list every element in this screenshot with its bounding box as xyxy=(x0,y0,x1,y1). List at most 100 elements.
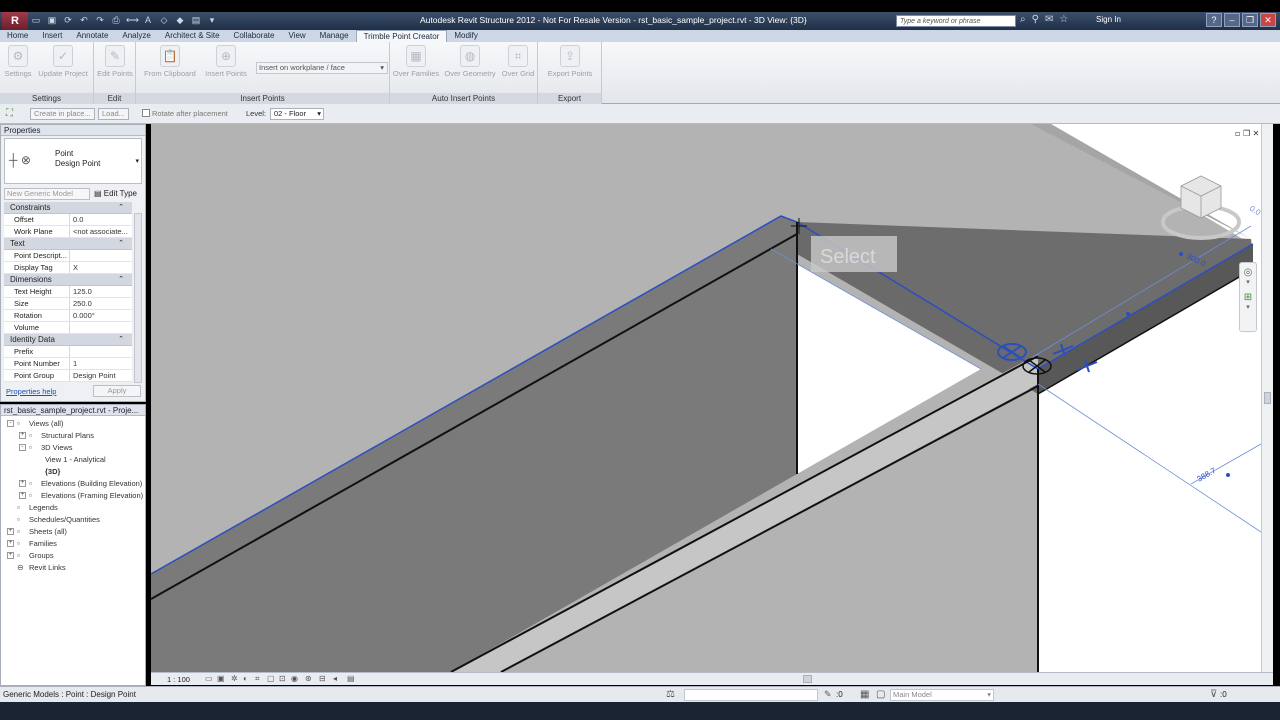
rotate-after-checkbox[interactable] xyxy=(142,109,150,117)
load-button[interactable]: Load... xyxy=(98,108,129,120)
worksharing-icon[interactable]: ▤ xyxy=(347,674,356,683)
insert-points-button[interactable]: ⊕ Insert Points xyxy=(202,45,250,78)
collapse-icon[interactable]: - xyxy=(7,420,14,427)
tab-insert[interactable]: Insert xyxy=(35,30,69,42)
expand-icon[interactable]: + xyxy=(7,540,14,547)
help-icon[interactable]: ? xyxy=(1206,13,1222,27)
browser-node[interactable]: ▫ Schedules/Quantities xyxy=(1,514,145,526)
workset-select[interactable] xyxy=(684,689,818,701)
view-minimize-icon[interactable]: ▫ ❐ ✕ xyxy=(1235,129,1259,138)
temp-hide-icon[interactable]: ◉ xyxy=(291,674,300,683)
prop-row[interactable]: Volume xyxy=(4,322,132,334)
binoculars-icon[interactable]: ⌕ xyxy=(1020,14,1026,25)
apply-button[interactable]: Apply xyxy=(93,385,141,397)
tab-annotate[interactable]: Annotate xyxy=(69,30,115,42)
design-option-select[interactable]: Main Model ▾ xyxy=(890,689,994,701)
group-text[interactable]: Text ⌃ xyxy=(4,238,132,250)
over-families-button[interactable]: ▦ Over Families xyxy=(392,45,440,78)
chevron-down-icon[interactable]: ▾ xyxy=(1240,303,1256,311)
tab-home[interactable]: Home xyxy=(0,30,35,42)
tab-trimble-point-creator[interactable]: Trimble Point Creator xyxy=(355,30,448,42)
tab-manage[interactable]: Manage xyxy=(313,30,356,42)
dimension-grip[interactable] xyxy=(1126,312,1130,316)
browser-node[interactable]: {3D} xyxy=(1,466,145,478)
browser-node[interactable]: - ▫ Views (all) xyxy=(1,418,145,430)
chevron-down-icon[interactable]: ▾ xyxy=(1240,278,1256,286)
prop-row[interactable]: Offset 0.0 xyxy=(4,214,132,226)
prop-row[interactable]: Point Number 1 xyxy=(4,358,132,370)
filter-icon[interactable]: ⊽ xyxy=(1210,689,1217,700)
browser-node[interactable]: + ▫ Elevations (Framing Elevation) xyxy=(1,490,145,502)
expand-icon[interactable]: + xyxy=(7,552,14,559)
dropdown-icon[interactable]: ▾ xyxy=(206,14,218,26)
browser-node[interactable]: View 1 - Analytical xyxy=(1,454,145,466)
sync-icon[interactable]: ⟳ xyxy=(62,14,74,26)
analytical-model-icon[interactable]: ⊟ xyxy=(319,674,328,683)
restore-icon[interactable]: ❐ xyxy=(1242,13,1258,27)
crop-view-icon[interactable]: ⌗ xyxy=(255,674,264,683)
lock-icon[interactable]: ⊡ xyxy=(279,674,288,683)
exclude-options-icon[interactable]: ▢ xyxy=(876,689,885,700)
3d-view-icon[interactable]: ◇ xyxy=(158,14,170,26)
sign-in-button[interactable]: Sign In xyxy=(1096,15,1121,24)
editable-icon[interactable]: ✎ xyxy=(824,689,832,700)
tab-analyze[interactable]: Analyze xyxy=(115,30,157,42)
browser-node[interactable]: ▫ Legends xyxy=(1,502,145,514)
drawing-canvas[interactable]: Select 300.0 388.7 0.0 ▫ ❐ ✕ ◎ ▾ ⊞ ▾ xyxy=(151,124,1261,672)
dimension-grip[interactable] xyxy=(1226,473,1230,477)
horizontal-scroll-thumb[interactable] xyxy=(803,675,812,683)
prop-row[interactable]: Work Plane <not associate... xyxy=(4,226,132,238)
open-icon[interactable]: ▭ xyxy=(30,14,42,26)
undo-icon[interactable]: ↶ xyxy=(78,14,90,26)
prop-row[interactable]: Rotation 0.000° xyxy=(4,310,132,322)
measure-icon[interactable]: ⟷ xyxy=(126,14,139,26)
edit-points-button[interactable]: ✎ Edit Points xyxy=(96,45,134,78)
reveal-hidden-icon[interactable]: ⊛ xyxy=(305,674,314,683)
browser-node[interactable]: - ▫ 3D Views xyxy=(1,442,145,454)
hide-analytical-icon[interactable]: ◂ xyxy=(333,674,342,683)
section-icon[interactable]: ◆ xyxy=(174,14,186,26)
steering-wheel-icon[interactable]: ◎ xyxy=(1240,267,1256,278)
tab-collaborate[interactable]: Collaborate xyxy=(227,30,282,42)
save-icon[interactable]: ▣ xyxy=(46,14,58,26)
view-scale[interactable]: 1 : 100 xyxy=(167,675,190,684)
3d-model-view[interactable]: Select 300.0 388.7 0.0 ▫ ❐ ✕ xyxy=(151,124,1261,672)
communication-icon[interactable]: ✉ xyxy=(1045,14,1053,25)
prop-row[interactable]: Point Descript... xyxy=(4,250,132,262)
settings-button[interactable]: ⚙ Settings xyxy=(4,45,32,78)
expand-icon[interactable]: + xyxy=(19,432,26,439)
modify-icon[interactable]: ⛶ xyxy=(6,108,13,119)
edit-type-button[interactable]: ▤ Edit Type xyxy=(94,188,144,200)
tab-architect-site[interactable]: Architect & Site xyxy=(158,30,227,42)
redo-icon[interactable]: ↷ xyxy=(94,14,106,26)
shadows-icon[interactable]: ◐ xyxy=(243,674,252,683)
over-geometry-button[interactable]: ◍ Over Geometry xyxy=(442,45,498,78)
insert-mode-select[interactable]: Insert on workplane / face ▾ xyxy=(256,62,388,74)
expand-icon[interactable]: + xyxy=(19,480,26,487)
design-options-icon[interactable]: ▦ xyxy=(860,689,869,700)
instance-filter-select[interactable]: New Generic Model xyxy=(4,188,90,200)
tab-view[interactable]: View xyxy=(281,30,312,42)
update-project-button[interactable]: ✓ Update Project xyxy=(36,45,90,78)
show-crop-icon[interactable]: ▢ xyxy=(267,674,276,683)
search-input[interactable]: Type a keyword or phrase xyxy=(896,15,1016,27)
visual-style-icon[interactable]: ▣ xyxy=(217,674,226,683)
properties-scrollbar[interactable] xyxy=(134,213,142,383)
expand-icon[interactable]: + xyxy=(7,528,14,535)
tab-modify[interactable]: Modify xyxy=(447,30,485,42)
detail-level-icon[interactable]: ▭ xyxy=(205,674,214,683)
group-identity-data[interactable]: Identity Data ⌃ xyxy=(4,334,132,346)
export-points-button[interactable]: ⇪ Export Points xyxy=(542,45,598,78)
level-select[interactable]: 02 - Floor ▾ xyxy=(270,108,324,120)
group-dimensions[interactable]: Dimensions ⌃ xyxy=(4,274,132,286)
close-icon[interactable]: ✕ xyxy=(1260,13,1276,27)
prop-row[interactable]: Display Tag X xyxy=(4,262,132,274)
text-icon[interactable]: A xyxy=(142,14,154,26)
zoom-icon[interactable]: ⊞ xyxy=(1240,292,1256,303)
browser-node[interactable]: + ▫ Sheets (all) xyxy=(1,526,145,538)
browser-node[interactable]: + ▫ Structural Plans xyxy=(1,430,145,442)
app-menu-button[interactable]: R xyxy=(2,12,28,30)
vertical-scrollbar[interactable] xyxy=(1261,124,1273,672)
expand-icon[interactable]: + xyxy=(19,492,26,499)
browser-node[interactable]: + ▫ Elevations (Building Elevation) xyxy=(1,478,145,490)
